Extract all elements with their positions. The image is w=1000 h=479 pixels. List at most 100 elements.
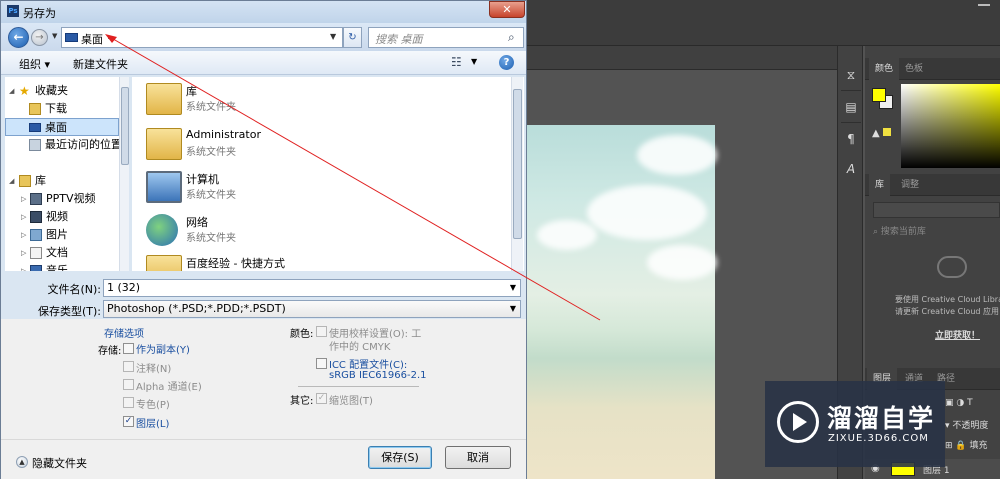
document-canvas[interactable]: [527, 125, 717, 479]
breadcrumb-chevron-icon[interactable]: ▸: [108, 32, 112, 41]
get-now-link[interactable]: 立即获取！: [935, 328, 980, 341]
watermark-brand: 溜溜自学: [827, 404, 936, 433]
tab-adjustments[interactable]: 调整: [895, 174, 925, 196]
scrollbar-thumb[interactable]: [121, 87, 129, 165]
proof-setup-checkbox[interactable]: [316, 326, 327, 337]
as-copy-checkbox[interactable]: [123, 343, 134, 354]
library-icon: [19, 175, 31, 187]
minimize-icon[interactable]: [978, 4, 990, 6]
file-type: 系统文件夹: [186, 233, 236, 244]
organize-menu[interactable]: 组织 ▾: [19, 56, 50, 72]
tab-color[interactable]: 颜色: [869, 58, 900, 80]
library-select[interactable]: [873, 202, 1000, 218]
spot-checkbox[interactable]: [123, 397, 134, 408]
save-button[interactable]: 保存(S): [368, 446, 432, 469]
creative-cloud-message: 要使用 Creative Cloud Libra 请更新 Creative Cl…: [895, 294, 1000, 318]
nav-item-documents[interactable]: ▷ 文档: [5, 244, 119, 262]
expander-icon[interactable]: ◢: [9, 82, 14, 100]
chevron-down-icon[interactable]: ▼: [510, 280, 516, 296]
dialog-title: 另存为: [23, 7, 56, 20]
change-view-icon[interactable]: ☷: [451, 55, 462, 69]
navigation-pane: ◢ ★ 收藏夹 下载 桌面 最近访问的位置 ◢ 库 ▷ PPTV视频 ▷ 视频 …: [5, 77, 129, 271]
icc-checkbox[interactable]: [316, 358, 327, 369]
list-item[interactable]: 库 系统文件夹: [142, 79, 512, 121]
search-box[interactable]: 搜索 桌面 ⌕: [368, 27, 524, 48]
hide-folders-link[interactable]: 隐藏文件夹: [32, 455, 87, 471]
photoshop-app-icon: Ps: [7, 5, 19, 17]
chevron-down-icon[interactable]: ▼: [510, 301, 516, 317]
expander-icon[interactable]: ▷: [21, 262, 26, 271]
filename-field[interactable]: 1 (32) ▼: [103, 279, 521, 297]
address-dropdown-icon[interactable]: ▼: [330, 32, 336, 41]
library-search[interactable]: ⌕ 搜索当前库: [873, 224, 1000, 240]
nav-item-pictures[interactable]: ▷ 图片: [5, 226, 119, 244]
nav-item-videos[interactable]: ▷ 视频: [5, 208, 119, 226]
color-picker-field[interactable]: [901, 84, 1000, 168]
search-icon[interactable]: ⌕: [508, 30, 515, 45]
foreground-color-swatch[interactable]: [872, 88, 886, 102]
nav-item-music[interactable]: ▷ 音乐: [5, 262, 119, 271]
navigation-scrollbar[interactable]: [119, 77, 129, 271]
thumbnail-checkbox[interactable]: ✓: [316, 393, 327, 404]
list-item[interactable]: 百度经验 - 快捷方式: [142, 251, 512, 271]
layers-label[interactable]: 图层(L): [136, 415, 169, 430]
file-list-scrollbar[interactable]: [511, 77, 523, 271]
forward-button[interactable]: →: [31, 29, 48, 46]
filename-label: 文件名(N):: [47, 283, 101, 296]
layer-filter-icons[interactable]: ▣ ◑ T: [945, 398, 1000, 412]
expander-icon[interactable]: ▷: [21, 208, 26, 226]
list-item[interactable]: 网络 系统文件夹: [142, 210, 512, 252]
tab-libraries[interactable]: 库: [869, 174, 891, 196]
layers-checkbox[interactable]: ✓: [123, 416, 134, 427]
color-panel-tabs: 颜色 色板: [865, 58, 1000, 80]
library-folder-icon: [146, 83, 182, 115]
icc-label[interactable]: ICC 配置文件(C):: [329, 356, 407, 371]
cc-message-line-1: 要使用 Creative Cloud Libra: [895, 295, 1000, 304]
library-panel-tabs: 库 调整: [865, 174, 1000, 196]
history-icon[interactable]: ⧖: [842, 66, 860, 84]
nav-item-favorites[interactable]: ◢ ★ 收藏夹: [5, 82, 119, 100]
nav-item-pptv[interactable]: ▷ PPTV视频: [5, 190, 119, 208]
expander-icon[interactable]: ◢: [9, 172, 14, 190]
command-bar: 组织 ▾ 新建文件夹 ☷ ▼ ?: [1, 51, 526, 75]
nav-item-recent[interactable]: 最近访问的位置: [5, 136, 122, 154]
view-dropdown-icon[interactable]: ▼: [471, 57, 477, 66]
list-item[interactable]: 计算机 系统文件夹: [142, 167, 512, 209]
new-folder-button[interactable]: 新建文件夹: [73, 56, 128, 72]
pictures-library-icon: [30, 229, 42, 241]
nav-item-desktop[interactable]: 桌面: [5, 118, 119, 136]
scrollbar-thumb[interactable]: [513, 89, 522, 239]
tab-swatches[interactable]: 色板: [899, 58, 929, 80]
title-bar[interactable]: Ps 另存为 ✕: [1, 1, 526, 23]
nav-item-downloads[interactable]: 下载: [5, 100, 119, 118]
expander-icon[interactable]: ▷: [21, 190, 26, 208]
back-button[interactable]: ←: [8, 27, 29, 48]
list-item[interactable]: Administrator 系统文件夹: [142, 124, 512, 166]
nav-item-libraries[interactable]: ◢ 库: [5, 172, 119, 190]
expander-icon[interactable]: ▷: [21, 244, 26, 262]
cancel-button[interactable]: 取消: [445, 446, 511, 469]
alpha-checkbox[interactable]: [123, 379, 134, 390]
nav-item-label: PPTV视频: [46, 192, 96, 205]
file-name: 网络: [186, 216, 208, 229]
collapse-icon[interactable]: ▲: [16, 456, 28, 468]
close-button[interactable]: ✕: [489, 1, 525, 18]
recent-pages-dropdown-icon[interactable]: ▼: [52, 32, 57, 40]
notes-checkbox[interactable]: [123, 361, 134, 372]
address-bar[interactable]: 桌面 ▸ ▼: [61, 27, 343, 48]
paragraph-icon[interactable]: ¶: [842, 130, 860, 148]
file-type: 系统文件夹: [186, 147, 236, 158]
downloads-folder-icon: [29, 103, 41, 115]
gamut-warning-swatch[interactable]: [883, 128, 891, 136]
properties-icon[interactable]: ▤: [842, 98, 860, 116]
as-copy-label[interactable]: 作为副本(Y): [136, 341, 190, 356]
nav-item-label: 视频: [46, 210, 68, 223]
character-icon[interactable]: A: [842, 160, 860, 178]
help-icon[interactable]: ?: [499, 55, 514, 70]
opacity-control[interactable]: ▾ 不透明度: [945, 418, 1000, 432]
filetype-select[interactable]: Photoshop (*.PSD;*.PDD;*.PSDT) ▼: [103, 300, 521, 318]
address-location[interactable]: 桌面: [81, 31, 103, 47]
expander-icon[interactable]: ▷: [21, 226, 26, 244]
refresh-button[interactable]: ↻: [343, 27, 362, 48]
fill-control[interactable]: ⊞ 🔒 填充: [945, 438, 1000, 452]
